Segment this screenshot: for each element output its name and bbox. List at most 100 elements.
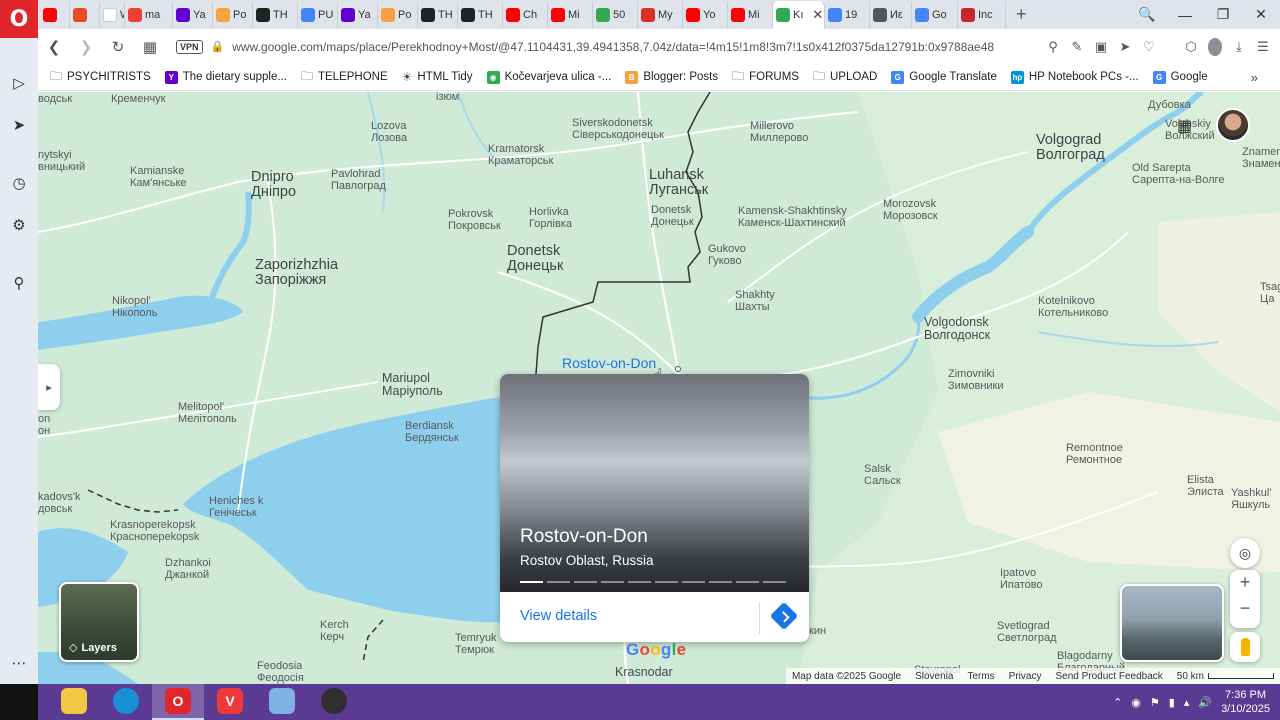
map-city-label[interactable]: Berdiansk Бердянськ — [405, 420, 459, 444]
map-city-label[interactable]: Salsk Сальск — [864, 463, 901, 487]
tray-chevron-icon[interactable]: ⌃ — [1113, 696, 1122, 709]
tab-4[interactable]: Ya — [173, 1, 213, 28]
opera-menu-button[interactable]: O — [0, 0, 38, 38]
selected-place-label[interactable]: Rostov-on-Don — [562, 356, 656, 371]
map-city-label[interactable]: Horlivka Горлівка — [529, 206, 572, 230]
map-city-label[interactable]: Donetsk Донецьк — [651, 204, 694, 228]
map-city-label[interactable]: Pokrovsk Покровськ — [448, 208, 501, 232]
map-city-label[interactable]: Heniches k Генічеськ — [209, 495, 263, 519]
settings-gear-icon[interactable]: ⚙ — [10, 216, 28, 234]
map-city-label[interactable]: Zaporizhzhia Запоріжжя — [255, 257, 338, 288]
photo-pager-dot[interactable] — [520, 581, 543, 583]
tab-17[interactable]: Mi — [728, 1, 773, 28]
maximize-button[interactable]: ❐ — [1204, 6, 1242, 23]
pegman-icon[interactable] — [1230, 632, 1260, 662]
camera-icon[interactable]: ▣ — [1094, 39, 1108, 55]
scale-bar[interactable]: 50 km — [1177, 671, 1274, 682]
account-avatar[interactable] — [1216, 108, 1250, 142]
region-link[interactable]: Slovenia — [915, 671, 953, 682]
tips-bulb-icon[interactable]: ⚲ — [10, 274, 28, 292]
start-button[interactable] — [0, 684, 38, 720]
minimize-button[interactable]: — — [1166, 7, 1204, 23]
edit-icon[interactable]: ✎ — [1070, 39, 1084, 55]
heart-icon[interactable]: ♡ — [1142, 39, 1156, 55]
map-city-label[interactable]: Tsag Ца — [1260, 281, 1280, 305]
tab-2[interactable]: W — [100, 1, 125, 28]
map-city-label[interactable]: Yashkul' Яшкуль — [1231, 487, 1271, 511]
send-icon[interactable]: ➤ — [10, 116, 28, 134]
taskbar-obs[interactable] — [308, 684, 360, 720]
flag-icon[interactable]: ⚑ — [1150, 696, 1160, 709]
bookmark-5[interactable]: B Blogger: Posts — [625, 70, 718, 84]
map-city-label[interactable]: Siverskodonetsk Сіверськодонецьк — [572, 117, 664, 141]
close-window-button[interactable]: ✕ — [1242, 6, 1280, 23]
tab-10[interactable]: TH — [418, 1, 458, 28]
map-city-label[interactable]: Mariupol Маріуполь — [382, 371, 443, 398]
place-card[interactable]: Rostov-on-Don Rostov Oblast, Russia View… — [500, 374, 809, 642]
map-city-label[interactable]: Kerch Керч — [320, 619, 349, 643]
reload-button[interactable]: ↻ — [102, 38, 134, 56]
map-city-label[interactable]: Pavlohrad Павлоград — [331, 168, 386, 192]
taskbar-vivaldi[interactable]: V — [204, 684, 256, 720]
terms-link[interactable]: Terms — [967, 671, 994, 682]
bookmark-4[interactable]: ◉ Kočevarjeva ulica -... — [486, 70, 611, 84]
new-tab-button[interactable]: + — [1006, 4, 1037, 25]
tab-13[interactable]: Mi — [548, 1, 593, 28]
photo-pager-dot[interactable] — [601, 581, 624, 583]
directions-icon[interactable] — [769, 601, 799, 631]
tab-18[interactable]: Kı ✕ — [773, 1, 825, 29]
photo-pager-dot[interactable] — [763, 581, 786, 583]
tab-1[interactable] — [70, 1, 100, 28]
map-city-label[interactable]: Remontnoe Ремонтное — [1066, 442, 1123, 466]
feedback-link[interactable]: Send Product Feedback — [1055, 671, 1162, 682]
map-city-label[interactable]: ізюм — [436, 92, 459, 104]
back-button[interactable]: ❮ — [38, 38, 70, 56]
easy-setup-icon[interactable]: ☰ — [1256, 39, 1270, 55]
bookmark-10[interactable]: G Google — [1152, 70, 1208, 84]
street-view-thumbnail[interactable] — [1120, 584, 1224, 662]
collapse-side-panel-button[interactable]: ▸ — [38, 364, 60, 410]
map-city-label[interactable]: Millerovo Миллерово — [750, 120, 808, 144]
photo-pager-dot[interactable] — [736, 581, 759, 583]
lock-icon[interactable]: 🔒 — [211, 40, 225, 53]
clock[interactable]: 7:36 PM 3/10/2025 — [1221, 688, 1270, 717]
tab-9[interactable]: Po — [378, 1, 418, 28]
send-icon[interactable]: ➤ — [1118, 39, 1132, 55]
tab-22[interactable]: Inc — [958, 1, 1006, 28]
extensions-icon[interactable]: ⬡ — [1184, 39, 1198, 55]
tab-5[interactable]: Po — [213, 1, 253, 28]
map-city-label[interactable]: nytskyi вницький — [38, 149, 85, 173]
tab-grid-icon[interactable]: ▦ — [134, 38, 166, 56]
tab-11[interactable]: TH — [458, 1, 503, 28]
map-city-label[interactable]: Kramatorsk Краматорськ — [488, 143, 553, 167]
map-city-label[interactable]: Kamianske Кам'янське — [130, 165, 187, 189]
wifi-icon[interactable]: ▴ — [1184, 696, 1190, 709]
taskbar-edge[interactable] — [100, 684, 152, 720]
map-city-label[interactable]: on он — [38, 413, 50, 437]
map-city-label[interactable]: Volgograd Волгоград — [1036, 132, 1105, 163]
map-city-label[interactable]: Kotelnikovo Котельниково — [1038, 295, 1108, 319]
map-city-label[interactable]: Svetlograd Светлоград — [997, 620, 1057, 644]
map-city-label[interactable]: Dnipro Дніпро — [251, 169, 296, 200]
map-city-label[interactable]: Ipatovo Ипатово — [1000, 567, 1043, 591]
bookmark-2[interactable]: 🗀 TELEPHONE — [301, 67, 388, 88]
tab-8[interactable]: Ya — [338, 1, 378, 28]
photo-pager-dot[interactable] — [655, 581, 678, 583]
photo-pager-dot[interactable] — [682, 581, 705, 583]
bookmark-9[interactable]: hp HP Notebook PCs -... — [1010, 70, 1139, 84]
map-city-label[interactable]: Old Sarepta Сарепта-на-Волге — [1132, 162, 1224, 186]
map-city-label[interactable]: Gukovo Гуково — [708, 243, 746, 267]
tray-app-icon[interactable]: ◉ — [1131, 696, 1141, 709]
view-details-link[interactable]: View details — [520, 608, 597, 624]
download-icon[interactable]: ⤓ — [1232, 39, 1246, 55]
map-city-label[interactable]: Morozovsk Морозовск — [883, 198, 938, 222]
vpn-badge[interactable]: VPN — [176, 39, 203, 54]
map-city-label[interactable]: Elista Элиста — [1187, 474, 1224, 498]
bookmark-6[interactable]: 🗀 FORUMS — [732, 67, 799, 88]
zoom-in-button[interactable]: + — [1230, 572, 1260, 593]
battery-icon[interactable]: ▮ — [1169, 696, 1175, 709]
tab-search-icon[interactable]: 🔍 — [1128, 6, 1166, 23]
tab-7[interactable]: PU — [298, 1, 338, 28]
map-city-label[interactable]: kadovs'k довськ — [38, 491, 80, 515]
close-tab-icon[interactable]: ✕ — [812, 7, 823, 23]
